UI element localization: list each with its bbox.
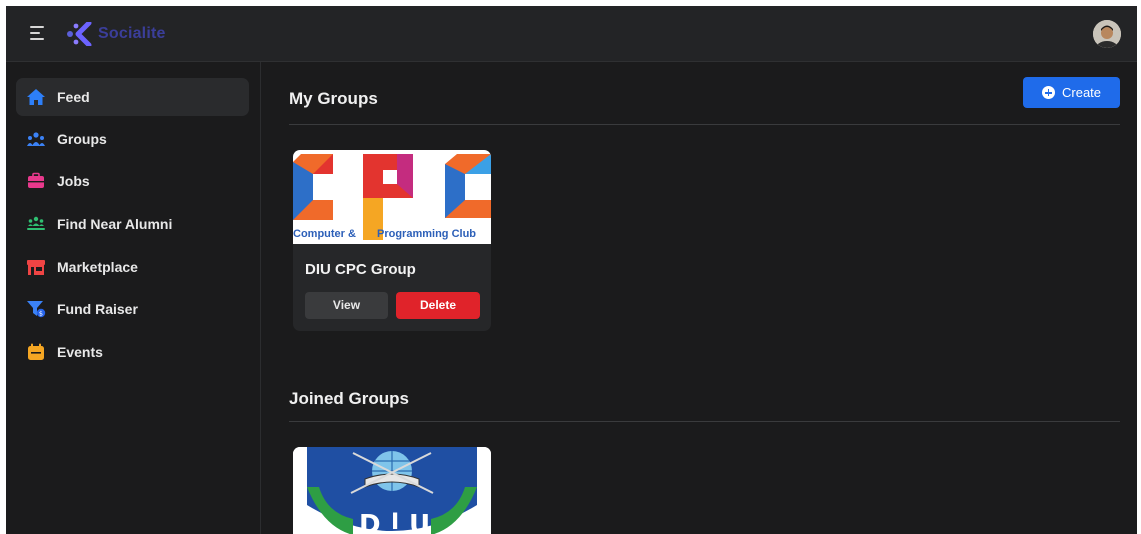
logo-icon[interactable] (66, 22, 92, 46)
sidebar-item-events[interactable]: Events (16, 333, 249, 371)
joined-group-card[interactable]: D I U (293, 447, 491, 534)
cover-caption-right: Programming Club (377, 228, 477, 240)
divider (289, 124, 1120, 125)
svg-text:U: U (409, 510, 430, 534)
sidebar-item-fund-raiser[interactable]: $ Fund Raiser (16, 290, 249, 328)
sidebar-item-jobs[interactable]: Jobs (16, 162, 249, 200)
sidebar-item-label: Events (57, 344, 103, 360)
svg-text:$: $ (39, 310, 43, 318)
view-button[interactable]: View (305, 292, 388, 319)
group-cover-image[interactable]: Computer & Programming Club (293, 150, 491, 244)
groups-icon (27, 132, 45, 146)
main-content: My Groups Create Computer & Programming … (261, 62, 1137, 534)
sidebar-item-marketplace[interactable]: Marketplace (16, 248, 249, 286)
create-button-label: Create (1062, 85, 1102, 100)
app-window: Socialite Feed Groups Jobs Find Near Alu… (6, 6, 1137, 534)
joined-groups-title: Joined Groups (289, 389, 409, 408)
cover-caption-left: Computer & (293, 228, 356, 240)
logo-text[interactable]: Socialite (98, 25, 166, 43)
store-icon (27, 260, 45, 275)
top-bar: Socialite (6, 6, 1137, 62)
home-icon (27, 89, 45, 105)
create-group-button[interactable]: Create (1023, 77, 1120, 108)
sidebar-item-label: Marketplace (57, 259, 138, 275)
my-groups-title: My Groups (289, 89, 378, 108)
sidebar-item-label: Find Near Alumni (57, 216, 173, 232)
fund-raiser-icon: $ (27, 301, 46, 318)
group-card: Computer & Programming Club DIU CPC Grou… (293, 150, 491, 331)
svg-text:I: I (391, 510, 399, 534)
diu-logo: D I U (293, 447, 491, 534)
sidebar: Feed Groups Jobs Find Near Alumni Market… (6, 62, 261, 534)
avatar-image (1093, 20, 1121, 48)
sidebar-item-label: Feed (57, 89, 90, 105)
briefcase-icon (28, 172, 44, 188)
divider (289, 421, 1120, 422)
group-name[interactable]: DIU CPC Group (305, 261, 416, 278)
user-avatar[interactable] (1093, 20, 1121, 48)
calendar-icon (28, 343, 44, 360)
sidebar-item-label: Jobs (57, 173, 90, 189)
sidebar-item-label: Fund Raiser (57, 301, 138, 317)
sidebar-item-groups[interactable]: Groups (16, 120, 249, 158)
plus-circle-icon (1042, 86, 1055, 99)
sidebar-item-label: Groups (57, 131, 107, 147)
sidebar-item-feed[interactable]: Feed (16, 78, 249, 116)
alumni-icon (27, 216, 45, 230)
delete-button[interactable]: Delete (396, 292, 480, 319)
svg-text:D: D (359, 510, 381, 534)
menu-toggle-icon[interactable] (30, 24, 48, 42)
sidebar-item-find-near-alumni[interactable]: Find Near Alumni (16, 205, 249, 243)
